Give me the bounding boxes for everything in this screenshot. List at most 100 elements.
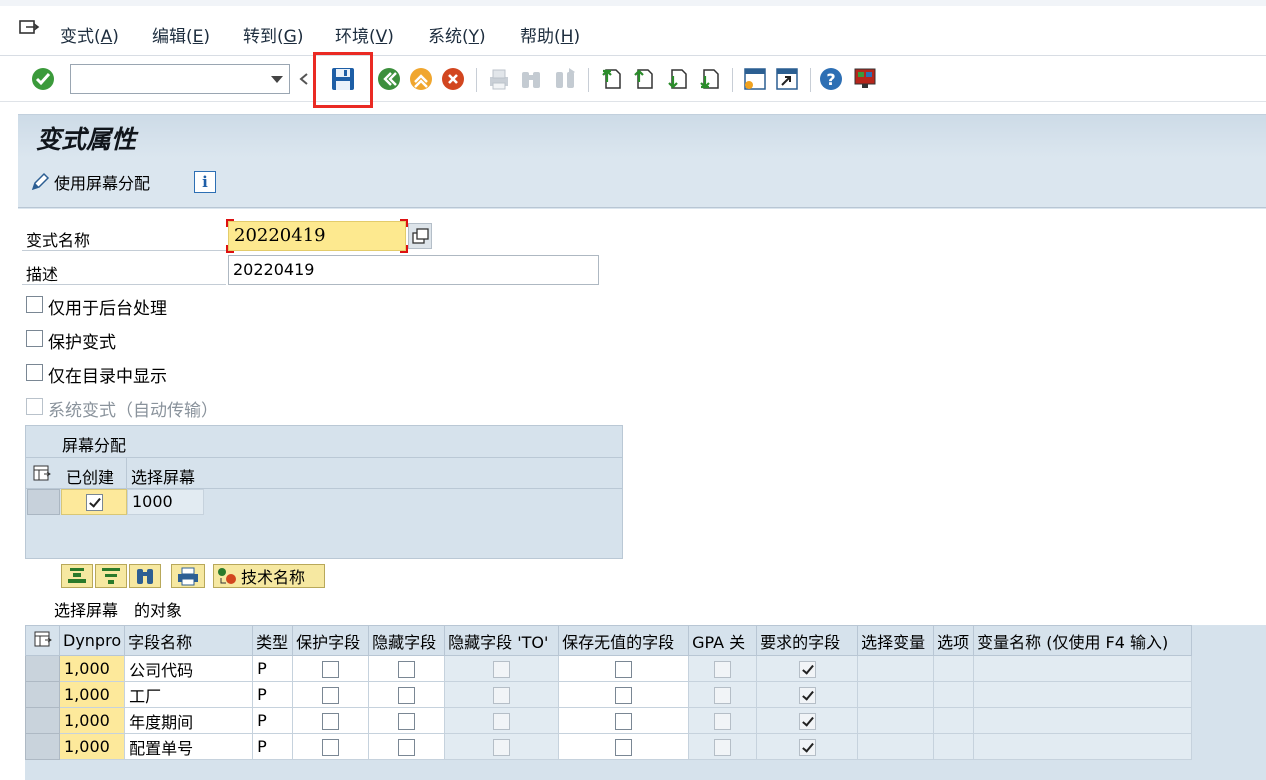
table-settings-icon[interactable] xyxy=(33,464,51,482)
dynpro-cell: 1,000 xyxy=(58,655,126,682)
exit-icon[interactable] xyxy=(408,66,434,92)
value-help-button[interactable] xyxy=(408,223,432,249)
column-variable-name[interactable]: 变量名称 (仅使用 F4 输入) xyxy=(973,625,1193,656)
selection-variable-cell[interactable] xyxy=(857,733,935,760)
option-cell[interactable] xyxy=(933,655,975,682)
menu-variant[interactable]: 变式(A) xyxy=(60,22,119,47)
enter-icon[interactable] xyxy=(30,66,56,92)
customize-layout-icon[interactable] xyxy=(852,66,878,92)
row-selector[interactable] xyxy=(25,655,60,682)
protect-variant-checkbox[interactable] xyxy=(26,330,43,347)
column-hide-field-to[interactable]: 隐藏字段 'TO' xyxy=(444,625,560,656)
description-field[interactable]: 20220419 xyxy=(228,255,599,285)
column-required-field[interactable]: 要求的字段 xyxy=(756,625,859,656)
shortcut-icon[interactable] xyxy=(774,66,800,92)
protect-field-checkbox[interactable] xyxy=(322,713,340,730)
column-save-empty-field[interactable]: 保存无值的字段 xyxy=(558,625,690,656)
variable-name-cell[interactable] xyxy=(973,681,1193,708)
screen-number[interactable]: 1000 xyxy=(132,492,173,511)
row-selector[interactable] xyxy=(25,707,60,734)
toolbar-separator xyxy=(476,68,477,92)
hide-field-checkbox[interactable] xyxy=(398,713,416,730)
protect-field-cell xyxy=(292,733,370,760)
variable-name-cell[interactable] xyxy=(973,655,1193,682)
cancel-icon[interactable] xyxy=(440,66,466,92)
menu-help[interactable]: 帮助(H) xyxy=(520,22,580,47)
variable-name-cell[interactable] xyxy=(973,707,1193,734)
help-icon[interactable]: ? xyxy=(818,66,844,92)
column-selection-variable[interactable]: 选择变量 xyxy=(857,625,935,656)
menu-environment[interactable]: 环境(V) xyxy=(335,22,394,47)
previous-page-icon[interactable] xyxy=(630,66,656,92)
variable-name-cell[interactable] xyxy=(973,733,1193,760)
background-only-checkbox[interactable] xyxy=(26,296,43,313)
find-button[interactable] xyxy=(129,564,161,588)
option-cell[interactable] xyxy=(933,733,975,760)
required-field-checkbox xyxy=(798,661,816,678)
column-hide-field[interactable]: 隐藏字段 xyxy=(368,625,446,656)
option-cell[interactable] xyxy=(933,707,975,734)
screen-assignment-table: 屏幕分配 已创建 选择屏幕 1000 xyxy=(25,425,623,559)
technical-name-button[interactable]: 技术名称 xyxy=(213,564,325,588)
hide-field-cell xyxy=(368,681,446,708)
select-all-button[interactable] xyxy=(61,564,93,588)
find-icon[interactable] xyxy=(518,66,544,92)
application-toolbar: 使用屏幕分配 i xyxy=(18,158,1266,208)
selection-variable-cell[interactable] xyxy=(857,707,935,734)
last-page-icon[interactable] xyxy=(696,66,722,92)
create-session-icon[interactable] xyxy=(742,66,768,92)
hide-field-checkbox[interactable] xyxy=(398,661,416,678)
save-empty-checkbox[interactable] xyxy=(615,739,633,756)
column-created: 已创建 xyxy=(66,464,115,488)
screen-assignment-title: 屏幕分配 xyxy=(62,432,127,456)
row-selector[interactable] xyxy=(25,733,60,760)
variant-name-field[interactable]: 20220419 xyxy=(228,221,406,251)
objects-table: Dynpro 字段名称 类型 保护字段 隐藏字段 隐藏字段 'TO' 保存无值的… xyxy=(25,625,1266,780)
row-selector[interactable] xyxy=(27,489,60,515)
column-field-name[interactable]: 字段名称 xyxy=(124,625,254,656)
filter-icon xyxy=(102,568,120,584)
hide-field-to-checkbox xyxy=(493,661,511,678)
protect-field-checkbox[interactable] xyxy=(322,687,340,704)
column-gpa-off[interactable]: GPA 关 xyxy=(688,625,758,656)
menu-system[interactable]: 系统(Y) xyxy=(428,22,486,47)
save-empty-checkbox[interactable] xyxy=(615,713,633,730)
created-checkbox[interactable] xyxy=(86,494,103,511)
use-screen-assignment-button[interactable]: 使用屏幕分配 xyxy=(30,170,150,194)
find-next-icon[interactable] xyxy=(552,66,578,92)
protect-field-checkbox[interactable] xyxy=(322,661,340,678)
hide-field-to-cell xyxy=(444,733,560,760)
save-empty-checkbox[interactable] xyxy=(615,687,633,704)
label-underline xyxy=(22,284,226,285)
variant-form: 变式名称 20220419 描述 20220419 仅用于后台处理 保护变式 仅… xyxy=(18,209,1266,780)
menu-edit[interactable]: 编辑(E) xyxy=(152,22,210,47)
table-settings-icon[interactable] xyxy=(25,625,60,656)
hide-field-checkbox[interactable] xyxy=(398,687,416,704)
filter-button[interactable] xyxy=(95,564,127,588)
save-empty-checkbox[interactable] xyxy=(615,661,633,678)
selection-variable-cell[interactable] xyxy=(857,681,935,708)
next-page-icon[interactable] xyxy=(664,66,690,92)
selection-variable-cell[interactable] xyxy=(857,655,935,682)
menu-icon[interactable] xyxy=(18,18,40,38)
column-dynpro[interactable]: Dynpro xyxy=(58,625,126,656)
protect-field-checkbox[interactable] xyxy=(322,739,340,756)
print-button[interactable] xyxy=(171,564,205,588)
print-icon[interactable] xyxy=(486,66,512,92)
print-icon xyxy=(178,567,198,586)
chevron-down-icon[interactable] xyxy=(271,76,283,83)
catalog-only-checkbox[interactable] xyxy=(26,364,43,381)
menu-goto[interactable]: 转到(G) xyxy=(243,22,303,47)
collapse-icon[interactable] xyxy=(298,66,310,92)
option-cell[interactable] xyxy=(933,681,975,708)
gpa-off-checkbox xyxy=(714,687,732,704)
column-protect-field[interactable]: 保护字段 xyxy=(292,625,370,656)
info-icon[interactable]: i xyxy=(194,171,216,193)
column-type[interactable]: 类型 xyxy=(252,625,294,656)
back-icon[interactable] xyxy=(376,66,402,92)
row-selector[interactable] xyxy=(25,681,60,708)
command-field[interactable] xyxy=(70,64,290,94)
column-option[interactable]: 选项 xyxy=(933,625,975,656)
first-page-icon[interactable] xyxy=(598,66,624,92)
hide-field-checkbox[interactable] xyxy=(398,739,416,756)
